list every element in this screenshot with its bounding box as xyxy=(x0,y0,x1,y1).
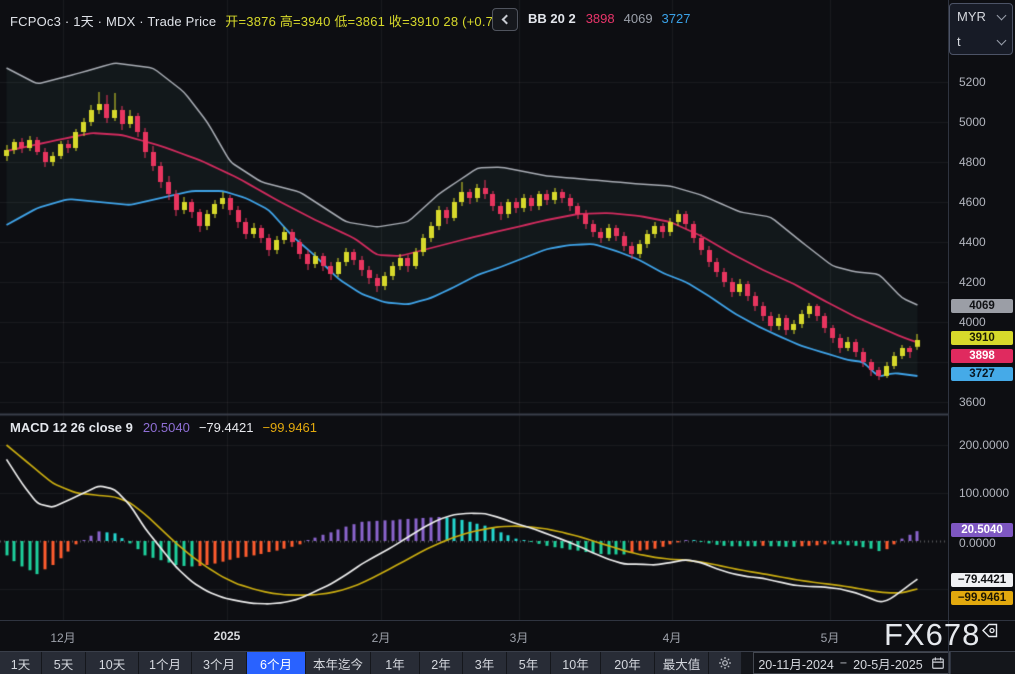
watermark-text: FX678 xyxy=(884,617,980,653)
price-badge: 3910 xyxy=(951,331,1013,345)
range-button-7[interactable]: 本年迄今 xyxy=(306,652,371,674)
chevron-down-icon xyxy=(997,10,1007,20)
macd-badge: 20.5040 xyxy=(951,523,1013,537)
macd-legend[interactable]: MACD 12 26 close 9 20.5040 −79.4421 −99.946… xyxy=(10,420,317,435)
currency-value: MYR xyxy=(957,9,986,24)
range-button-14[interactable]: 最大值 xyxy=(655,652,709,674)
symbol-legend[interactable]: FCPOc3 · 1天 · MDX · Trade Price 开=3876 高=… xyxy=(10,11,517,30)
symbol-ohlc-values: 开=3876 高=3940 低=3861 收=3910 28 (+0.72%) xyxy=(225,14,516,29)
unit-select[interactable]: t xyxy=(950,29,1012,54)
date-range-to: 20-5月-2025 xyxy=(853,654,923,673)
unit-value: t xyxy=(957,34,961,49)
price-tick-label: 4000 xyxy=(959,315,986,329)
time-axis[interactable]: 12月 2025 2月 3月 4月 5月 xyxy=(0,620,1015,651)
legend-collapse-button[interactable] xyxy=(492,8,518,31)
bb-label: BB 20 2 xyxy=(528,11,576,26)
time-axis-label: 4月 xyxy=(663,629,682,646)
macd-tick-label: 200.0000 xyxy=(959,438,1009,452)
range-button-12[interactable]: 10年 xyxy=(551,652,601,674)
price-tick-label: 4800 xyxy=(959,155,986,169)
macd-badge: −79.4421 xyxy=(951,573,1013,587)
fx678-watermark: FX678 xyxy=(884,617,998,653)
time-axis-label: 2025 xyxy=(214,629,241,643)
range-button-4[interactable]: 1个月 xyxy=(139,652,192,674)
macd-badge: −99.9461 xyxy=(951,591,1013,605)
date-range-picker[interactable]: 20-11月-2024 − 20-5月-2025 xyxy=(753,652,950,674)
range-button-11[interactable]: 5年 xyxy=(507,652,551,674)
trading-chart-window: FCPOc3 · 1天 · MDX · Trade Price 开=3876 高=… xyxy=(0,0,1015,674)
tag-icon xyxy=(981,623,998,638)
range-button-6[interactable]: 6个月 xyxy=(247,652,306,674)
currency-select[interactable]: MYR xyxy=(950,4,1012,29)
time-axis-label: 3月 xyxy=(510,629,529,646)
price-badge: 4069 xyxy=(951,299,1013,313)
macd-line-value: −79.4421 xyxy=(199,420,254,435)
time-axis-label: 12月 xyxy=(50,629,75,646)
range-button-10[interactable]: 3年 xyxy=(463,652,507,674)
price-badge: 3727 xyxy=(951,367,1013,381)
price-tick-label: 3600 xyxy=(959,395,986,409)
chevron-left-icon xyxy=(501,15,511,25)
range-button-1[interactable]: 1天 xyxy=(0,652,42,674)
range-button-5[interactable]: 3个月 xyxy=(192,652,247,674)
bollinger-legend[interactable]: BB 20 2 3898 4069 3727 xyxy=(528,11,690,26)
macd-hist-value: 20.5040 xyxy=(143,420,190,435)
chart-canvas[interactable] xyxy=(0,0,948,620)
bb-lower-value: 3727 xyxy=(662,11,691,26)
price-tick-label: 5000 xyxy=(959,115,986,129)
date-range-from: 20-11月-2024 xyxy=(758,654,834,673)
range-button-8[interactable]: 1年 xyxy=(371,652,420,674)
calendar-icon xyxy=(931,656,945,670)
range-button-9[interactable]: 2年 xyxy=(420,652,463,674)
price-axis[interactable]: 5200 5000 4800 4600 4400 4200 4000 3600 200.0000… xyxy=(948,0,1015,620)
toolbar-settings-button[interactable] xyxy=(709,652,742,674)
range-toolbar: 1天5天10天1个月3个月6个月本年迄今1年2年3年5年10年20年最大值 20… xyxy=(0,651,1015,674)
toolbar-corner xyxy=(950,652,1015,674)
currency-unit-selector: MYR t xyxy=(949,3,1013,55)
macd-label: MACD 12 26 close 9 xyxy=(10,420,133,435)
range-button-3[interactable]: 10天 xyxy=(86,652,139,674)
gear-icon xyxy=(718,656,732,670)
macd-signal-value: −99.9461 xyxy=(262,420,317,435)
toolbar-spacer xyxy=(742,652,753,674)
bb-upper-value: 4069 xyxy=(624,11,653,26)
time-axis-label: 5月 xyxy=(821,629,840,646)
date-range-separator: − xyxy=(840,656,847,670)
price-tick-label: 4200 xyxy=(959,275,986,289)
symbol-title: FCPOc3 · 1天 · MDX · Trade Price xyxy=(10,14,216,29)
price-tick-label: 4600 xyxy=(959,195,986,209)
range-button-2[interactable]: 5天 xyxy=(42,652,86,674)
price-tick-label: 5200 xyxy=(959,75,986,89)
macd-tick-label: 100.0000 xyxy=(959,486,1009,500)
bb-basis-value: 3898 xyxy=(586,11,615,26)
chevron-down-icon xyxy=(997,35,1007,45)
range-button-13[interactable]: 20年 xyxy=(601,652,655,674)
time-axis-label: 2月 xyxy=(372,629,391,646)
macd-tick-label: 0.0000 xyxy=(959,536,996,550)
price-tick-label: 4400 xyxy=(959,235,986,249)
price-badge: 3898 xyxy=(951,349,1013,363)
